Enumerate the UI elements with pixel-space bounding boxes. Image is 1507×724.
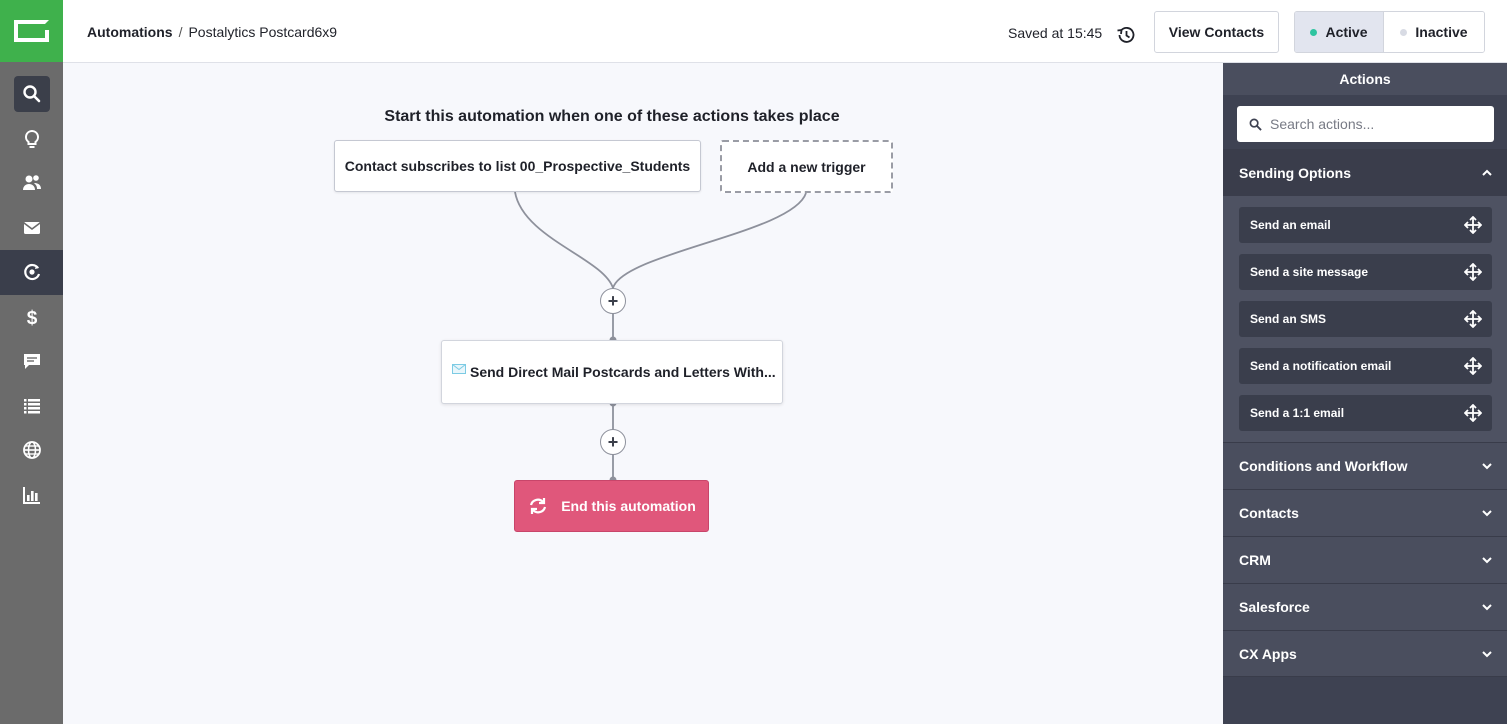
action-label: Send a site message xyxy=(1250,265,1369,279)
move-icon[interactable] xyxy=(1464,404,1482,422)
move-icon[interactable] xyxy=(1464,263,1482,281)
saved-status: Saved at 15:45 xyxy=(1008,25,1103,41)
sending-options-list: Send an email Send a site message Send a… xyxy=(1223,196,1507,442)
breadcrumb: Automations / Postalytics Postcard6x9 xyxy=(87,24,337,40)
nav-lightbulb[interactable] xyxy=(0,117,63,162)
active-dot-icon xyxy=(1310,28,1318,36)
chevron-down-icon xyxy=(1482,604,1492,611)
nav-list: $ xyxy=(0,72,63,517)
move-icon[interactable] xyxy=(1464,216,1482,234)
section-sending-options[interactable]: Sending Options xyxy=(1223,149,1507,196)
svg-text:$: $ xyxy=(26,308,37,327)
nav-website[interactable] xyxy=(0,428,63,473)
status-toggle: Active Inactive xyxy=(1294,11,1485,53)
trigger-card[interactable]: Contact subscribes to list 00_Prospectiv… xyxy=(334,140,701,192)
search-icon xyxy=(1249,118,1262,131)
automation-canvas[interactable]: Start this automation when one of these … xyxy=(63,63,1223,724)
section-salesforce[interactable]: Salesforce xyxy=(1223,583,1507,630)
nav-reports[interactable] xyxy=(0,473,63,518)
section-label: Conditions and Workflow xyxy=(1239,458,1408,474)
active-toggle[interactable]: Active xyxy=(1295,12,1384,52)
breadcrumb-separator: / xyxy=(178,24,183,40)
envelope-icon xyxy=(452,364,466,374)
app-logo[interactable] xyxy=(0,0,63,62)
section-label: CX Apps xyxy=(1239,645,1297,662)
search-icon xyxy=(22,85,40,103)
breadcrumb-current[interactable]: Postalytics Postcard6x9 xyxy=(188,24,337,40)
chevron-up-icon xyxy=(1482,169,1492,176)
nav-lists[interactable] xyxy=(0,384,63,429)
lightbulb-icon xyxy=(24,129,39,148)
search-actions-input[interactable] xyxy=(1270,116,1490,132)
globe-icon xyxy=(22,441,41,460)
move-icon[interactable] xyxy=(1464,310,1482,328)
chevron-down-icon xyxy=(1482,463,1492,470)
nav-conversations[interactable] xyxy=(0,339,63,384)
action-label: Send an SMS xyxy=(1250,312,1327,326)
add-step-button-2[interactable]: + xyxy=(600,429,626,455)
contacts-icon xyxy=(22,175,41,191)
section-contacts[interactable]: Contacts xyxy=(1223,489,1507,536)
action-card-label: Send Direct Mail Postcards and Letters W… xyxy=(470,364,776,380)
action-card-direct-mail[interactable]: Send Direct Mail Postcards and Letters W… xyxy=(441,340,783,404)
action-send-1to1-email[interactable]: Send a 1:1 email xyxy=(1239,395,1492,431)
inactive-label: Inactive xyxy=(1415,24,1468,40)
end-automation-card[interactable]: End this automation xyxy=(514,480,709,532)
dollar-icon: $ xyxy=(26,308,37,327)
section-crm[interactable]: CRM xyxy=(1223,536,1507,583)
view-contacts-button[interactable]: View Contacts xyxy=(1154,11,1279,53)
nav-contacts[interactable] xyxy=(0,161,63,206)
chevron-down-icon xyxy=(1482,650,1492,657)
section-label: Sending Options xyxy=(1239,165,1351,181)
section-conditions-workflow[interactable]: Conditions and Workflow xyxy=(1223,442,1507,489)
actions-panel: Actions Sending Options Send an email Se… xyxy=(1223,63,1507,724)
action-send-email[interactable]: Send an email xyxy=(1239,207,1492,243)
chevron-down-icon xyxy=(1482,557,1492,564)
section-label: Contacts xyxy=(1239,505,1299,521)
left-nav: $ xyxy=(0,0,63,724)
section-cx-apps[interactable]: CX Apps xyxy=(1223,630,1507,677)
refresh-icon xyxy=(530,498,547,514)
nav-automations[interactable] xyxy=(0,250,63,295)
panel-title: Actions xyxy=(1223,63,1507,95)
logo-icon xyxy=(14,20,49,42)
move-icon[interactable] xyxy=(1464,357,1482,375)
nav-search[interactable] xyxy=(0,72,63,117)
mail-icon xyxy=(23,221,40,234)
history-icon[interactable] xyxy=(1116,25,1136,45)
action-send-notification-email[interactable]: Send a notification email xyxy=(1239,348,1492,384)
search-actions-box xyxy=(1237,106,1494,142)
active-label: Active xyxy=(1325,24,1368,40)
chat-icon xyxy=(23,354,40,370)
action-label: Send an email xyxy=(1250,218,1331,232)
section-label: CRM xyxy=(1239,552,1271,568)
end-automation-label: End this automation xyxy=(561,498,696,514)
list-icon xyxy=(23,398,40,414)
add-step-button[interactable]: + xyxy=(600,288,626,314)
action-send-site-message[interactable]: Send a site message xyxy=(1239,254,1492,290)
section-label: Salesforce xyxy=(1239,599,1310,615)
action-label: Send a 1:1 email xyxy=(1250,406,1345,420)
chart-icon xyxy=(22,486,40,504)
nav-campaigns[interactable] xyxy=(0,206,63,251)
inactive-toggle[interactable]: Inactive xyxy=(1384,12,1484,52)
inactive-dot-icon xyxy=(1400,28,1408,36)
top-header: Automations / Postalytics Postcard6x9 Save… xyxy=(63,0,1507,63)
breadcrumb-automations-link[interactable]: Automations xyxy=(87,24,173,40)
action-send-sms[interactable]: Send an SMS xyxy=(1239,301,1492,337)
add-trigger-button[interactable]: Add a new trigger xyxy=(720,140,893,193)
automation-icon xyxy=(23,264,40,281)
action-label: Send a notification email xyxy=(1250,359,1392,373)
nav-deals[interactable]: $ xyxy=(0,295,63,340)
chevron-down-icon xyxy=(1482,510,1492,517)
start-title: Start this automation when one of these … xyxy=(384,108,840,125)
